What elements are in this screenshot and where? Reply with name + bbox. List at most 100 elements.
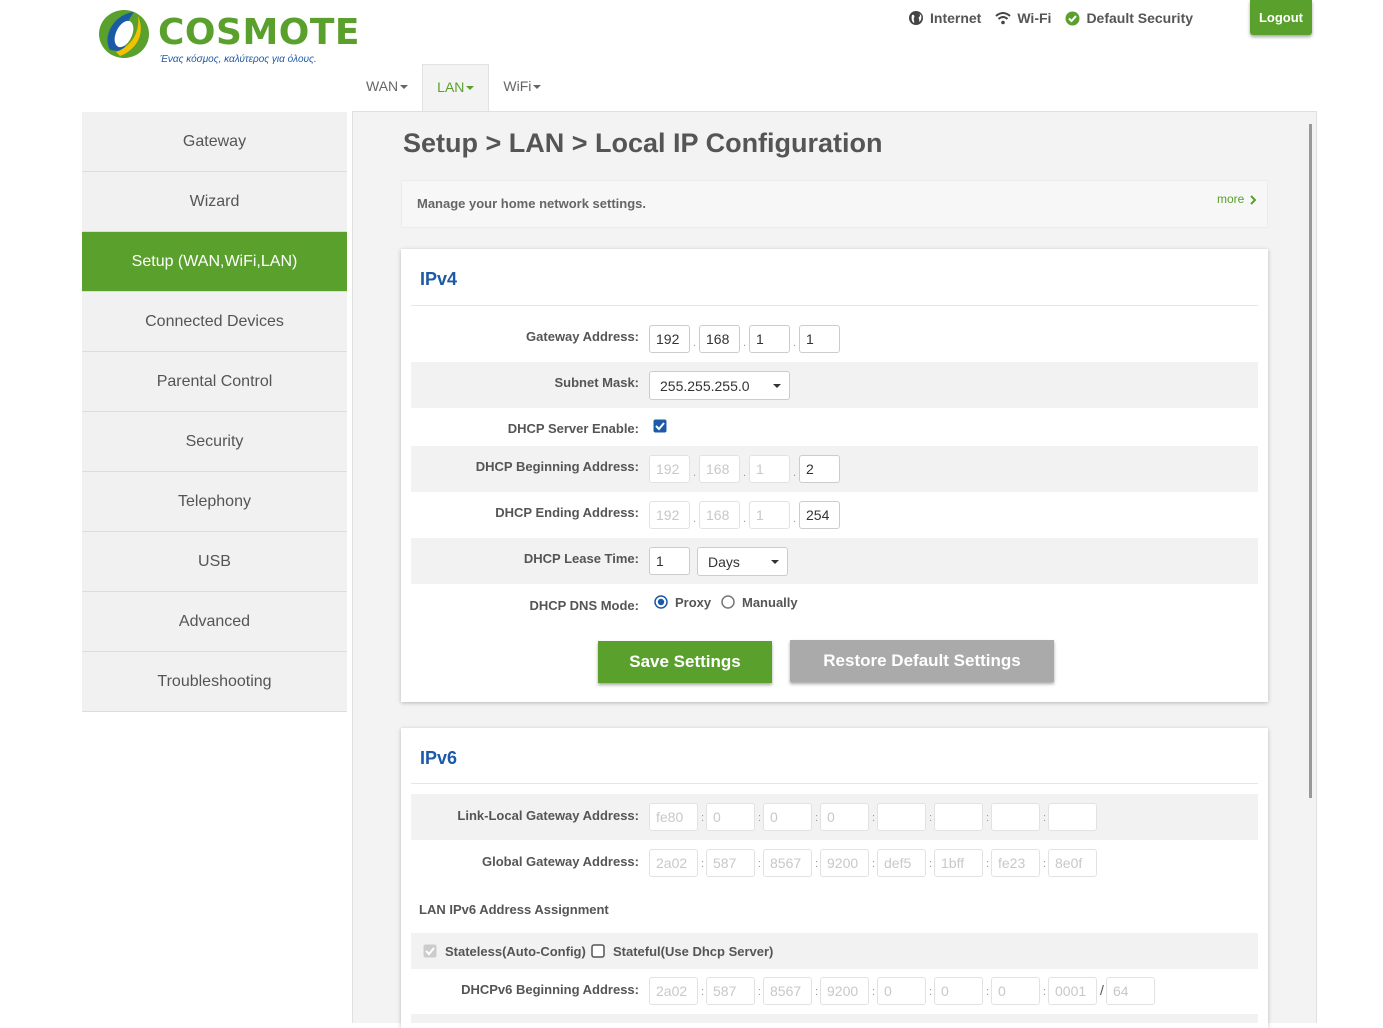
colon-separator: : xyxy=(986,812,990,824)
dot-separator: . xyxy=(793,467,797,479)
dot-separator: . xyxy=(793,337,797,349)
chevron-down-icon xyxy=(400,85,409,90)
status-wifi[interactable]: Wi-Fi xyxy=(995,10,1051,26)
colon-separator: : xyxy=(929,858,933,870)
colon-separator: : xyxy=(815,858,819,870)
wifi-icon xyxy=(995,12,1011,25)
tab-lan[interactable]: LAN xyxy=(422,64,490,112)
lease-time-label: DHCP Lease Time: xyxy=(523,551,639,566)
dot-separator: . xyxy=(693,337,697,349)
colon-separator: : xyxy=(929,986,933,998)
dhcpv6-begin-label: DHCPv6 Beginning Address: xyxy=(461,982,639,997)
dhcpv6-hextet-5: 0 xyxy=(877,977,926,1005)
sidebar-item-troubleshooting[interactable]: Troubleshooting xyxy=(82,652,347,712)
gateway-octet-4[interactable]: 1 xyxy=(799,325,840,353)
dns-manual-radio[interactable] xyxy=(721,595,735,609)
dot-separator: . xyxy=(743,513,747,525)
gateway-octet-1[interactable]: 192 xyxy=(649,325,690,353)
colon-separator: : xyxy=(1043,812,1047,824)
dhcpv6-hextet-8: 0001 xyxy=(1048,977,1097,1005)
subnet-mask-select[interactable]: 255.255.255.0 xyxy=(649,371,790,400)
colon-separator: : xyxy=(872,858,876,870)
sidebar-item-gateway[interactable]: Gateway xyxy=(82,112,347,172)
status-wifi-label: Wi-Fi xyxy=(1017,10,1052,26)
scrollbar[interactable] xyxy=(1309,124,1312,798)
dhcp-end-octet-1: 192 xyxy=(649,501,690,529)
ipv6-assignment-label: LAN IPv6 Address Assignment xyxy=(419,902,609,917)
tab-wifi[interactable]: WiFi xyxy=(489,64,555,112)
status-security-label: Default Security xyxy=(1086,10,1194,26)
link-local-hextet-3: 0 xyxy=(763,803,812,831)
dhcp-enable-label: DHCP Server Enable: xyxy=(507,421,639,436)
gateway-octet-3[interactable]: 1 xyxy=(749,325,790,353)
tab-wan[interactable]: WAN xyxy=(352,64,422,112)
cosmote-swirl-icon xyxy=(99,10,149,58)
row-band xyxy=(411,1014,1258,1023)
dhcpv6-hextet-2: 587 xyxy=(706,977,755,1005)
chevron-down-icon xyxy=(466,86,475,91)
colon-separator: : xyxy=(701,858,705,870)
colon-separator: : xyxy=(815,986,819,998)
stateless-label: Stateless(Auto-Config) xyxy=(445,944,586,959)
sidebar-item-security[interactable]: Security xyxy=(82,412,347,472)
colon-separator: : xyxy=(701,986,705,998)
dot-separator: . xyxy=(693,467,697,479)
divider xyxy=(411,783,1258,784)
sidebar-item-connected-devices[interactable]: Connected Devices xyxy=(82,292,347,352)
global-hextet-7: fe23 xyxy=(991,849,1040,877)
chevron-right-icon xyxy=(1249,195,1257,205)
colon-separator: : xyxy=(986,858,990,870)
link-local-hextet-2: 0 xyxy=(706,803,755,831)
logout-button[interactable]: Logout xyxy=(1250,0,1312,35)
brand-name: COSMOTE xyxy=(158,12,361,53)
global-hextet-6: 1bff xyxy=(934,849,983,877)
check-circle-icon xyxy=(1065,11,1080,25)
tab-lan-label: LAN xyxy=(437,79,465,95)
global-hextet-1: 2a02 xyxy=(649,849,698,877)
link-local-hextet-1: fe80 xyxy=(649,803,698,831)
dhcp-begin-octet-4[interactable]: 2 xyxy=(799,455,840,483)
dns-proxy-label: Proxy xyxy=(675,595,712,610)
dns-proxy-radio[interactable] xyxy=(654,595,668,609)
status-bar: Internet Wi-Fi Default Security xyxy=(908,8,1193,28)
status-internet[interactable]: Internet xyxy=(908,10,981,26)
sidebar-item-usb[interactable]: USB xyxy=(82,532,347,592)
dhcp-end-octet-4[interactable]: 254 xyxy=(799,501,840,529)
dhcp-begin-label: DHCP Beginning Address: xyxy=(475,459,639,474)
subnet-mask-label: Subnet Mask: xyxy=(554,375,639,390)
sidebar-item-parental-control[interactable]: Parental Control xyxy=(82,352,347,412)
link-local-hextet-4: 0 xyxy=(820,803,869,831)
stateful-checkbox[interactable] xyxy=(591,944,605,958)
sidebar-item-wizard[interactable]: Wizard xyxy=(82,172,347,232)
link-local-hextet-5 xyxy=(877,803,926,831)
dhcp-enable-checkbox[interactable] xyxy=(653,419,667,433)
colon-separator: : xyxy=(872,812,876,824)
tab-wifi-label: WiFi xyxy=(503,78,532,94)
lease-time-input[interactable]: 1 xyxy=(649,547,690,575)
dhcp-begin-octet-3: 1 xyxy=(749,455,790,483)
restore-default-button[interactable]: Restore Default Settings xyxy=(790,640,1054,682)
more-link[interactable]: more xyxy=(1217,192,1257,206)
divider xyxy=(411,305,1258,306)
sidebar-item-setup[interactable]: Setup (WAN,WiFi,LAN) xyxy=(82,232,347,292)
link-local-hextet-6 xyxy=(934,803,983,831)
dhcp-begin-octet-2: 168 xyxy=(699,455,740,483)
lease-unit-select[interactable]: Days xyxy=(697,547,788,576)
status-security[interactable]: Default Security xyxy=(1065,10,1193,26)
stateless-checkbox xyxy=(423,944,437,958)
chevron-down-icon xyxy=(533,85,542,90)
colon-separator: : xyxy=(1043,986,1047,998)
dhcpv6-prefix: 64 xyxy=(1106,977,1155,1005)
gateway-octet-2[interactable]: 168 xyxy=(699,325,740,353)
colon-separator: : xyxy=(986,986,990,998)
colon-separator: : xyxy=(1043,858,1047,870)
sidebar-item-telephony[interactable]: Telephony xyxy=(82,472,347,532)
dot-separator: . xyxy=(793,513,797,525)
dhcp-end-label: DHCP Ending Address: xyxy=(495,505,639,520)
sidebar-item-advanced[interactable]: Advanced xyxy=(82,592,347,652)
colon-separator: : xyxy=(815,812,819,824)
dot-separator: . xyxy=(693,513,697,525)
save-settings-button[interactable]: Save Settings xyxy=(598,641,772,683)
colon-separator: : xyxy=(929,812,933,824)
prefix-separator: / xyxy=(1100,982,1104,998)
